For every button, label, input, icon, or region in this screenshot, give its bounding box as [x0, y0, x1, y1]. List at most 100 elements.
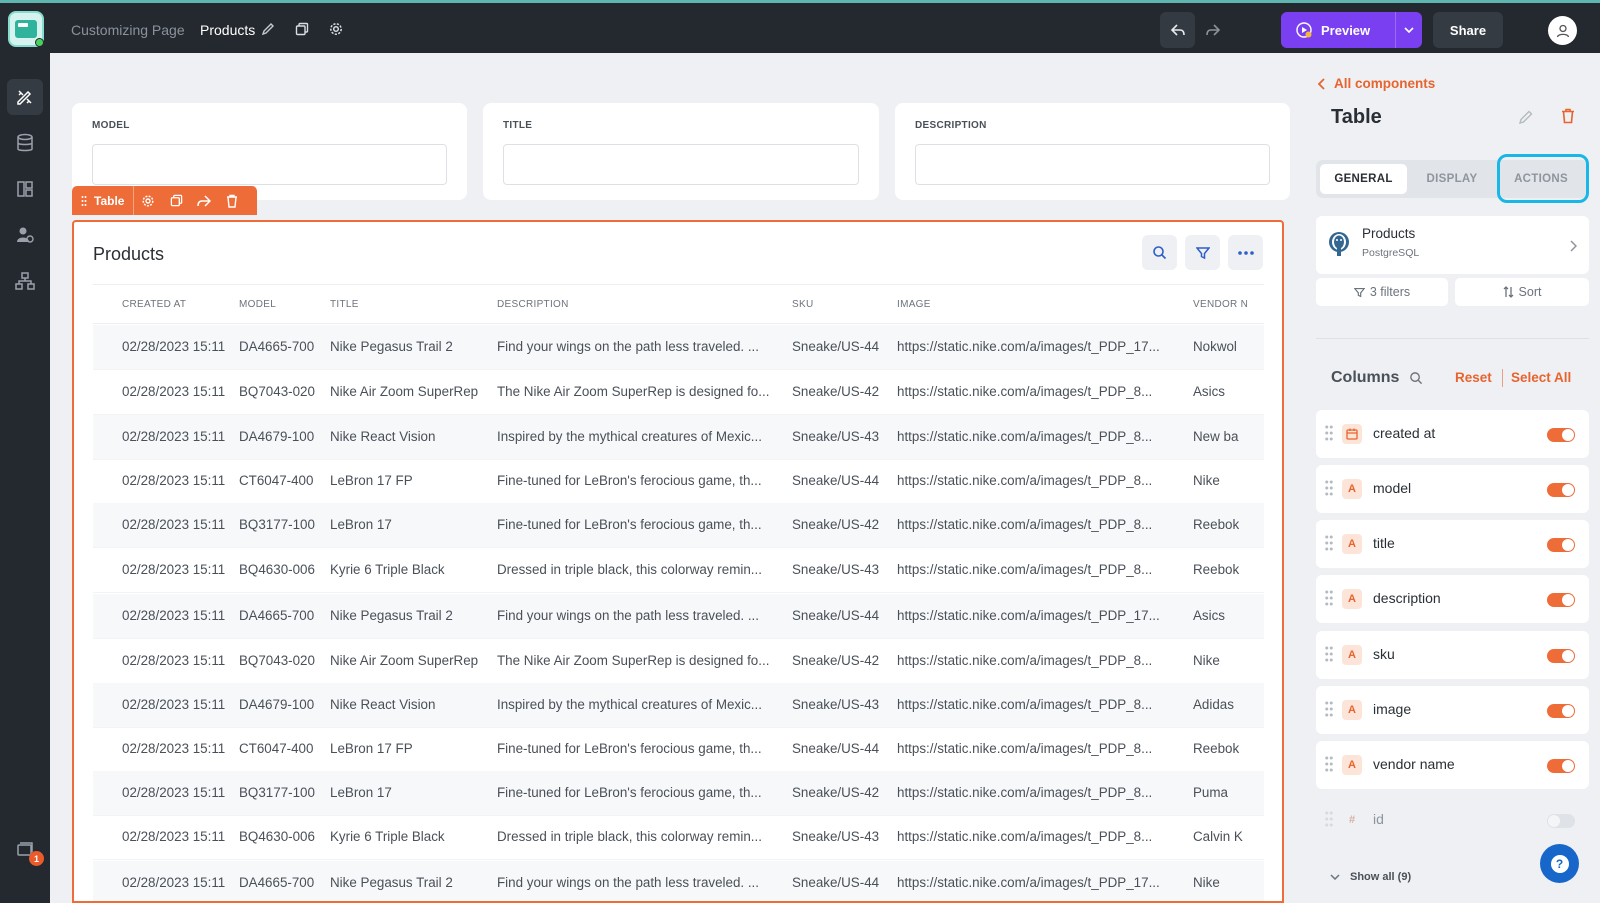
table-row[interactable]: 02/28/2023 15:11 DA4679-100 Nike React Vis…	[93, 683, 1264, 728]
table-row[interactable]: 02/28/2023 15:11 DA4679-100 Nike React Vis…	[93, 415, 1264, 460]
help-button[interactable]: ?	[1540, 844, 1579, 883]
title-input[interactable]	[503, 144, 859, 185]
user-avatar[interactable]	[1548, 16, 1577, 45]
table-cell: Find your wings on the path less travele…	[497, 608, 760, 623]
nav-users-icon[interactable]	[7, 217, 43, 253]
column-header[interactable]: VENDOR N	[1193, 299, 1248, 310]
nav-database-icon[interactable]	[7, 125, 43, 161]
component-drag-handle[interactable]: Table	[72, 186, 135, 215]
show-all-columns-button[interactable]: Show all (9)	[1330, 871, 1411, 883]
column-visibility-toggle[interactable]	[1547, 814, 1575, 828]
column-visibility-toggle[interactable]	[1547, 483, 1575, 497]
drag-handle-icon[interactable]	[1324, 700, 1334, 718]
table-cell: New ba	[1193, 429, 1239, 444]
table-cell: Sneake/US-44	[792, 741, 880, 756]
table-row[interactable]: 02/28/2023 15:11 DA4665-700 Nike Pegasus T…	[93, 325, 1264, 370]
more-options-icon[interactable]	[1228, 235, 1263, 270]
drag-handle-icon[interactable]	[1324, 645, 1334, 663]
table-row[interactable]: 02/28/2023 15:11 CT6047-400 LeBron 17 FP Fi…	[93, 459, 1264, 504]
column-visibility-toggle[interactable]	[1547, 593, 1575, 607]
nav-design-icon[interactable]	[7, 79, 43, 115]
drag-handle-icon[interactable]	[1324, 534, 1334, 552]
table-cell: Calvin K	[1193, 829, 1243, 844]
table-row[interactable]: 02/28/2023 15:11 CT6047-400 LeBron 17 FP Fi…	[93, 727, 1264, 772]
text-type-icon: A	[1342, 589, 1362, 609]
drag-handle-icon[interactable]	[1324, 479, 1334, 497]
column-header[interactable]: IMAGE	[897, 299, 931, 310]
select-all-button[interactable]: Select All	[1511, 370, 1571, 385]
search-icon[interactable]	[1142, 235, 1177, 270]
column-header[interactable]: DESCRIPTION	[497, 299, 569, 310]
data-source-card[interactable]: Products PostgreSQL	[1316, 216, 1589, 274]
chevron-right-icon	[1570, 239, 1578, 257]
column-row-description[interactable]: Adescription	[1316, 575, 1589, 623]
products-table-component[interactable]: Products CREATED AT MODEL TITLE DESCRIPT…	[72, 220, 1284, 903]
column-visibility-toggle[interactable]	[1547, 759, 1575, 773]
all-components-link[interactable]: All components	[1318, 76, 1435, 91]
table-cell: Nike	[1193, 653, 1220, 668]
columns-search-icon[interactable]	[1409, 371, 1423, 385]
table-cell: 02/28/2023 15:11	[122, 653, 226, 668]
column-row-id[interactable]: # id	[1316, 796, 1589, 844]
column-row-sku[interactable]: Asku	[1316, 631, 1589, 679]
component-duplicate-icon[interactable]	[162, 186, 190, 215]
breadcrumb-customizing-page[interactable]: Customizing Page	[71, 22, 185, 38]
app-logo[interactable]	[8, 11, 44, 47]
description-input[interactable]	[915, 144, 1270, 185]
table-row[interactable]: 02/28/2023 15:11 BQ4630-006 Kyrie 6 Triple…	[93, 548, 1264, 593]
table-cell: 02/28/2023 15:11	[122, 741, 226, 756]
table-row[interactable]: 02/28/2023 15:11 DA4665-700 Nike Pegasus T…	[93, 861, 1264, 901]
column-header[interactable]: TITLE	[330, 299, 359, 310]
undo-button[interactable]	[1160, 12, 1195, 48]
delete-trash-icon[interactable]	[1561, 108, 1575, 129]
tab-general[interactable]: GENERAL	[1320, 164, 1407, 194]
table-cell: https://static.nike.com/a/images/t_PDP_1…	[897, 339, 1160, 354]
column-visibility-toggle[interactable]	[1547, 538, 1575, 552]
column-header[interactable]: CREATED AT	[122, 299, 186, 310]
panel-title: Table	[1331, 106, 1382, 128]
gear-icon[interactable]	[326, 19, 346, 39]
tab-display[interactable]: DISPLAY	[1409, 164, 1495, 194]
column-row-model[interactable]: Amodel	[1316, 465, 1589, 513]
drag-handle-icon[interactable]	[1324, 810, 1334, 828]
pencil-icon[interactable]	[258, 19, 278, 39]
column-row-created-at[interactable]: created at	[1316, 410, 1589, 458]
sort-button[interactable]: Sort	[1455, 278, 1589, 306]
table-row[interactable]: 02/28/2023 15:11 BQ7043-020 Nike Air Zoom …	[93, 370, 1264, 415]
table-row[interactable]: 02/28/2023 15:11 DA4665-700 Nike Pegasus T…	[93, 594, 1264, 639]
table-row[interactable]: 02/28/2023 15:11 BQ3177-100 LeBron 17 Fine-…	[93, 771, 1264, 816]
drag-handle-icon[interactable]	[1324, 755, 1334, 773]
drag-handle-icon[interactable]	[1324, 424, 1334, 442]
duplicate-icon[interactable]	[292, 19, 312, 39]
filter-title: TITLE	[483, 103, 879, 200]
share-button[interactable]: Share	[1433, 12, 1503, 48]
component-delete-icon[interactable]	[218, 186, 246, 215]
column-visibility-toggle[interactable]	[1547, 649, 1575, 663]
column-header[interactable]: SKU	[792, 299, 813, 310]
component-settings-icon[interactable]	[134, 186, 162, 215]
column-visibility-toggle[interactable]	[1547, 428, 1575, 442]
table-row[interactable]: 02/28/2023 15:11 BQ7043-020 Nike Air Zoom …	[93, 639, 1264, 684]
table-cell: Sneake/US-43	[792, 697, 880, 712]
rename-pencil-icon[interactable]	[1518, 109, 1534, 130]
redo-button[interactable]	[1195, 12, 1230, 48]
table-cell: https://static.nike.com/a/images/t_PDP_1…	[897, 875, 1160, 890]
table-row[interactable]: 02/28/2023 15:11 BQ4630-006 Kyrie 6 Triple…	[93, 815, 1264, 860]
nav-layout-icon[interactable]	[7, 171, 43, 207]
preview-button[interactable]: Preview	[1281, 12, 1422, 48]
nav-sitemap-icon[interactable]	[7, 263, 43, 299]
column-row-image[interactable]: Aimage	[1316, 686, 1589, 734]
column-row-vendor-name[interactable]: Avendor name	[1316, 741, 1589, 789]
preview-dropdown-chevron-icon[interactable]	[1396, 27, 1422, 33]
column-header[interactable]: MODEL	[239, 299, 276, 310]
model-input[interactable]	[92, 144, 447, 185]
reset-button[interactable]: Reset	[1455, 370, 1492, 385]
table-cell: DA4665-700	[239, 875, 315, 890]
column-row-title[interactable]: Atitle	[1316, 520, 1589, 568]
filters-button[interactable]: 3 filters	[1316, 278, 1448, 306]
filter-icon[interactable]	[1185, 235, 1220, 270]
column-visibility-toggle[interactable]	[1547, 704, 1575, 718]
table-row[interactable]: 02/28/2023 15:11 BQ3177-100 LeBron 17 Fine-…	[93, 503, 1264, 548]
component-share-icon[interactable]	[190, 186, 218, 215]
drag-handle-icon[interactable]	[1324, 589, 1334, 607]
